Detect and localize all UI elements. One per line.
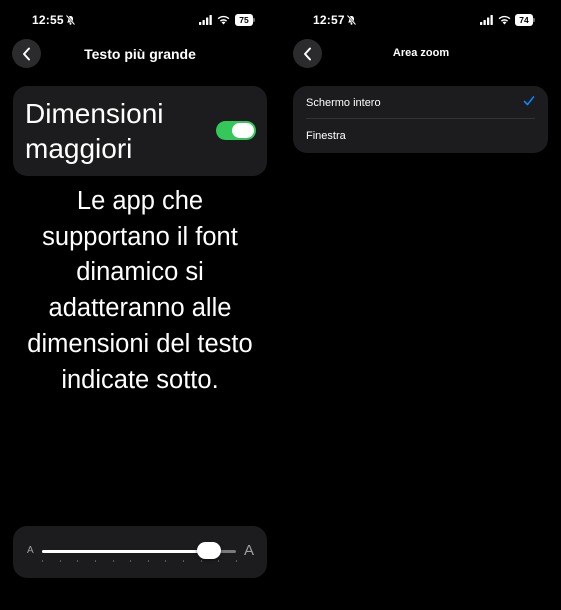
page-title: Area zoom — [392, 47, 450, 59]
chevron-left-icon — [303, 47, 311, 60]
option-label: Schermo intero — [306, 97, 381, 109]
slider-tick — [77, 560, 79, 562]
zoom-region-options: Schermo intero Finestra — [293, 86, 548, 153]
slider-thumb[interactable] — [196, 542, 221, 559]
zoom-region-screen: 12:57 74 Area zoom Schermo intero Finest… — [281, 0, 561, 610]
slider-tick — [94, 560, 96, 562]
slider-tick — [165, 560, 167, 562]
status-time: 12:55 — [32, 13, 64, 27]
chevron-left-icon — [22, 47, 30, 60]
status-bar: 12:57 74 — [281, 10, 561, 30]
slider-tick — [147, 560, 149, 562]
battery-level: 75 — [235, 14, 253, 26]
wifi-icon — [498, 15, 511, 25]
status-bar: 12:55 75 — [0, 10, 280, 30]
slider-fill — [42, 550, 209, 553]
signal-icon — [480, 15, 493, 25]
silent-bell-icon — [347, 15, 356, 25]
battery-icon: 75 — [235, 14, 255, 26]
option-label: Finestra — [306, 130, 346, 142]
slider-tick — [112, 560, 114, 562]
battery-icon: 74 — [515, 14, 535, 26]
larger-sizes-row: Dimensioni maggiori — [13, 86, 267, 176]
back-button[interactable] — [293, 39, 322, 68]
slider-tick — [236, 560, 237, 562]
slider-tick — [200, 560, 202, 562]
page-title: Testo più grande — [84, 46, 196, 62]
option-window[interactable]: Finestra — [293, 119, 548, 152]
slider-tick — [59, 560, 61, 562]
battery-level: 74 — [515, 14, 533, 26]
back-button[interactable] — [12, 39, 41, 68]
signal-icon — [199, 15, 212, 25]
small-text-icon: A — [27, 545, 34, 556]
wifi-icon — [217, 15, 230, 25]
text-size-slider-card: A A — [13, 526, 267, 578]
dynamic-type-description: Le app che supportano il font dinamico s… — [27, 187, 253, 394]
option-full-screen[interactable]: Schermo intero — [293, 86, 548, 119]
text-size-screen: 12:55 75 Testo più grande Dimensioni mag… — [0, 0, 280, 610]
larger-sizes-toggle[interactable] — [216, 121, 256, 140]
slider-tick — [42, 560, 43, 562]
large-text-icon: A — [243, 542, 254, 559]
larger-sizes-label: Dimensioni maggiori — [25, 98, 164, 164]
silent-bell-icon — [66, 15, 75, 25]
slider-tick — [218, 560, 220, 562]
slider-tick — [183, 560, 185, 562]
checkmark-icon — [523, 96, 535, 106]
slider-tick — [130, 560, 132, 562]
toggle-knob — [232, 123, 254, 138]
status-time: 12:57 — [313, 13, 345, 27]
